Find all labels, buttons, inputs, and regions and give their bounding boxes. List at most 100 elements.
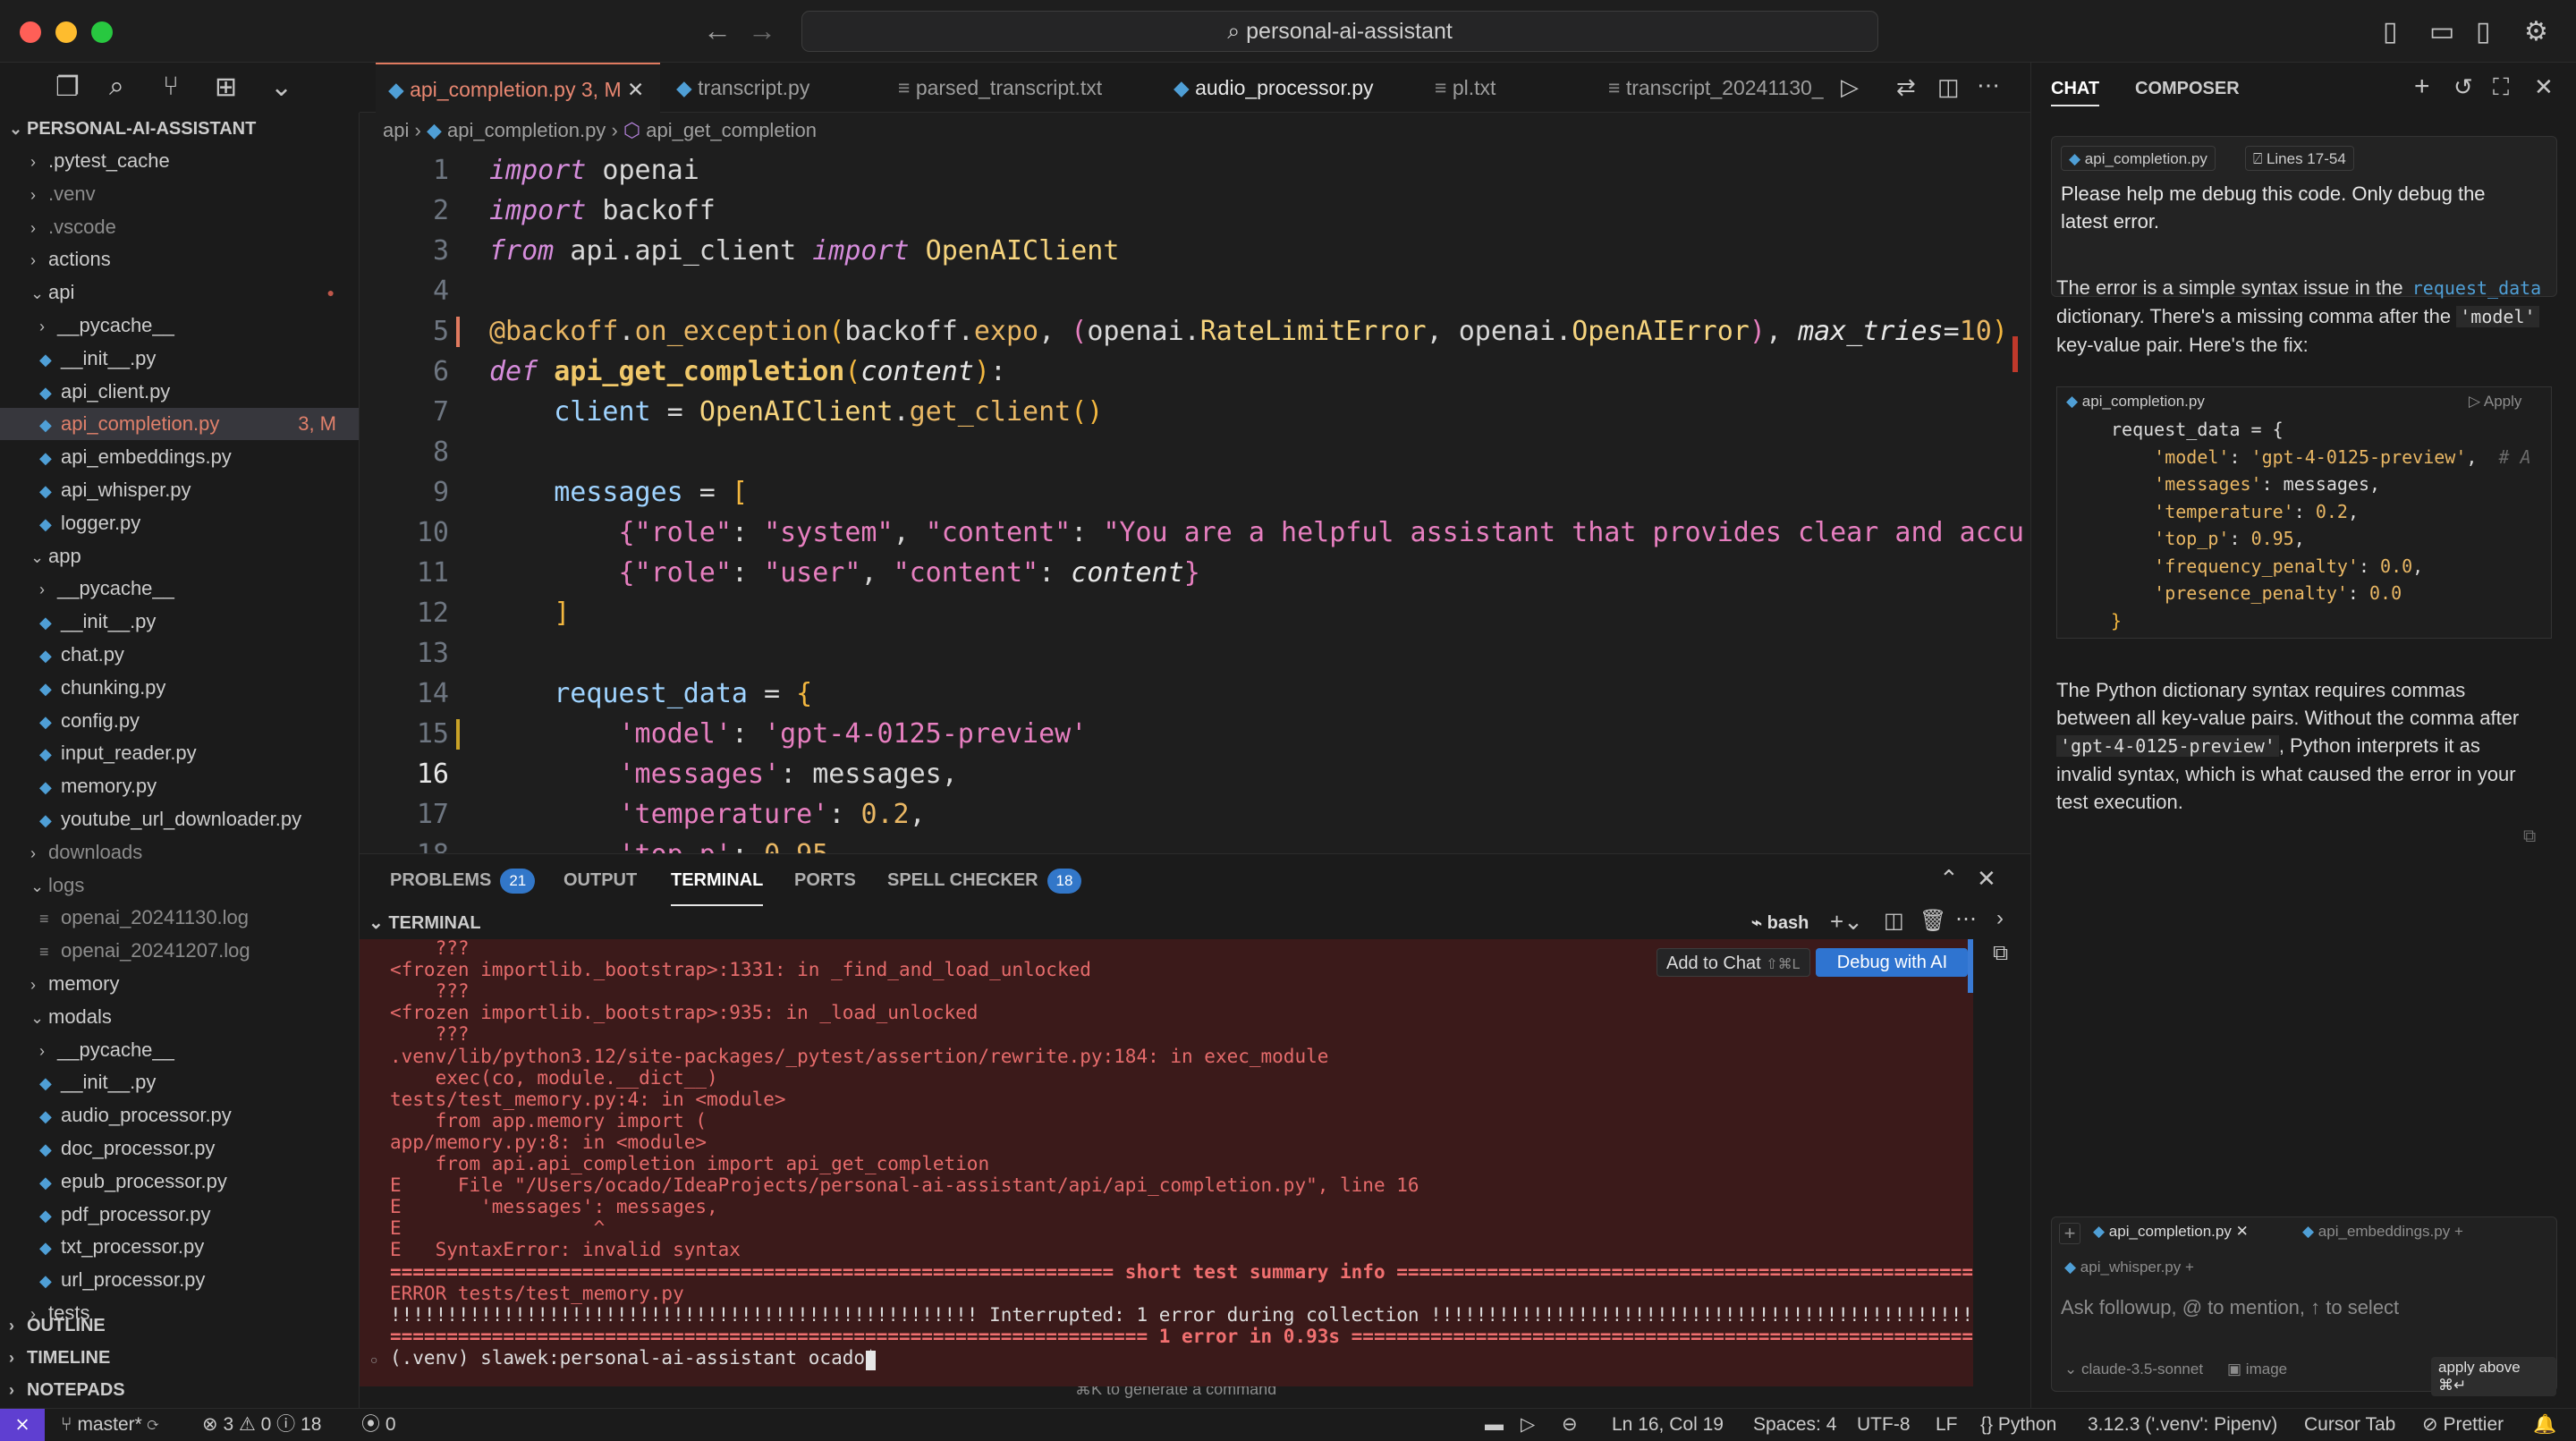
code-line[interactable]: 8: [360, 432, 2030, 472]
settings-gear-icon[interactable]: ⚙: [2524, 16, 2548, 47]
add-context-icon[interactable]: +: [2059, 1223, 2080, 1244]
tab-pl-txt[interactable]: ≡ pl.txt: [1422, 63, 1592, 113]
notepads-section[interactable]: › NOTEPADS: [0, 1374, 359, 1406]
file-item[interactable]: ◆ url_processor.py: [0, 1264, 359, 1296]
panel-tab-spell-checker[interactable]: SPELL CHECKER 18: [887, 854, 1082, 906]
code-line[interactable]: 11 {"role": "user", "content": content}: [360, 553, 2030, 593]
maximize-window-button[interactable]: [91, 21, 113, 43]
file-item[interactable]: ◆ doc_processor.py: [0, 1132, 359, 1165]
breadcrumb-folder[interactable]: api: [383, 119, 409, 141]
terminal-more-icon[interactable]: ⋯: [1955, 906, 1977, 932]
new-terminal-icon[interactable]: +⌄: [1830, 908, 1863, 936]
folder-item[interactable]: › .venv: [0, 178, 359, 210]
code-line[interactable]: 13: [360, 633, 2030, 674]
folder-item[interactable]: › memory: [0, 968, 359, 1000]
copy-icon[interactable]: ⧉: [2523, 826, 2536, 847]
context-file-chip[interactable]: ◆ api_completion.py: [2061, 146, 2216, 171]
terminal-output[interactable]: ??? <frozen importlib._bootstrap>:1331: i…: [360, 939, 1973, 1386]
folder-item[interactable]: › downloads: [0, 836, 359, 869]
expand-icon[interactable]: ⛶: [2493, 73, 2509, 102]
ports-indicator[interactable]: ⦿ 0: [361, 1409, 396, 1441]
file-item[interactable]: ◆ api_completion.py 3, M: [0, 408, 359, 441]
close-icon[interactable]: ✕: [627, 78, 644, 101]
file-item[interactable]: ◆ __init__.py: [0, 1066, 359, 1098]
breadcrumb-symbol[interactable]: api_get_completion: [646, 119, 817, 141]
chevron-right-icon[interactable]: ›: [1996, 906, 2004, 931]
tab-composer[interactable]: COMPOSER: [2135, 79, 2240, 99]
folder-item[interactable]: ⌄ modals: [0, 1001, 359, 1033]
attachment-chip[interactable]: ◆ api_whisper.py +: [2064, 1259, 2194, 1276]
branch-indicator[interactable]: ⑂ master* ⟳: [61, 1409, 158, 1441]
code-line[interactable]: 9 messages = [: [360, 472, 2030, 513]
toggle-panel-icon[interactable]: ▭: [2429, 16, 2454, 47]
terminal-shell-label[interactable]: ⌁ bash: [1751, 906, 1809, 940]
code-line[interactable]: 7 client = OpenAIClient.get_client(): [360, 392, 2030, 432]
split-editor-icon[interactable]: ◫: [1937, 73, 1960, 101]
file-item[interactable]: ◆ memory.py: [0, 770, 359, 802]
more-actions-icon[interactable]: ⋯: [1977, 72, 2000, 99]
minimize-window-button[interactable]: [55, 21, 77, 43]
code-line[interactable]: 17 'temperature': 0.2,: [360, 794, 2030, 835]
explorer-root-header[interactable]: ⌄ PERSONAL-AI-ASSISTANT: [0, 113, 359, 145]
close-panel-icon[interactable]: ✕: [1977, 865, 1996, 893]
back-arrow-icon[interactable]: ←: [703, 14, 732, 47]
file-item[interactable]: ≡ openai_20241207.log: [0, 935, 359, 967]
panel-tab-output[interactable]: OUTPUT: [564, 854, 637, 906]
split-terminal-icon[interactable]: ◫: [1884, 908, 1904, 934]
model-selector[interactable]: ⌄ claude-3.5-sonnet: [2064, 1360, 2203, 1378]
explorer-icon[interactable]: ❐: [55, 72, 80, 103]
context-lines-chip[interactable]: ⍁ Lines 17-54: [2245, 146, 2354, 171]
folder-item[interactable]: ⌄ api ●: [0, 276, 359, 309]
chevron-down-icon[interactable]: ⌄: [369, 913, 388, 933]
code-line[interactable]: 3 from api.api_client import OpenAIClient: [360, 231, 2030, 271]
kill-terminal-icon[interactable]: 🗑: [1919, 908, 1946, 934]
more-views-chevron-icon[interactable]: ⌄: [270, 72, 292, 103]
layout-icon[interactable]: ▬: [1485, 1409, 1504, 1441]
zoom-icon[interactable]: ⊖: [1562, 1409, 1578, 1441]
python-interpreter[interactable]: 3.12.3 ('.venv': Pipenv): [2088, 1409, 2277, 1441]
close-icon[interactable]: ✕: [2236, 1223, 2249, 1240]
panel-tab-ports[interactable]: PORTS: [794, 854, 856, 906]
source-control-icon[interactable]: ⑂: [163, 72, 179, 102]
file-item[interactable]: ◆ logger.py: [0, 507, 359, 539]
tab-transcript-20241130[interactable]: ≡ transcript_20241130_: [1596, 63, 1846, 113]
file-item[interactable]: ◆ __init__.py: [0, 606, 359, 638]
notifications-bell-icon[interactable]: 🔔: [2533, 1409, 2556, 1441]
panel-tab-problems[interactable]: PROBLEMS 21: [390, 854, 536, 906]
language-mode[interactable]: {} Python: [1980, 1409, 2056, 1441]
file-item[interactable]: ◆ config.py: [0, 705, 359, 737]
new-chat-icon[interactable]: +: [2414, 72, 2430, 102]
code-line[interactable]: 10 {"role": "system", "content": "You ar…: [360, 513, 2030, 553]
file-item[interactable]: ◆ api_client.py: [0, 376, 359, 408]
toggle-secondary-sidebar-icon[interactable]: ▯: [2476, 16, 2491, 47]
folder-item[interactable]: › actions: [0, 243, 359, 275]
tab-transcript-py[interactable]: ◆ transcript.py: [664, 63, 882, 113]
file-item[interactable]: ◆ youtube_url_downloader.py: [0, 803, 359, 835]
add-icon[interactable]: +: [2185, 1259, 2194, 1276]
compare-icon[interactable]: ⇄: [1896, 73, 1916, 101]
chat-input[interactable]: Ask followup, @ to mention, ↑ to select: [2061, 1296, 2399, 1319]
encoding[interactable]: UTF-8: [1857, 1409, 1911, 1441]
folder-item[interactable]: › __pycache__: [0, 309, 359, 342]
code-line[interactable]: 18 'top_p': 0.95: [360, 835, 2030, 853]
command-center-search[interactable]: ⌕ personal-ai-assistant: [801, 11, 1878, 52]
code-line[interactable]: 1 import openai: [360, 150, 2030, 191]
tab-chat[interactable]: CHAT: [2051, 79, 2100, 106]
attachment-chip[interactable]: ◆ api_embeddings.py +: [2302, 1223, 2463, 1241]
search-icon[interactable]: ⌕: [109, 72, 124, 102]
file-item[interactable]: ◆ api_embeddings.py: [0, 441, 359, 473]
apply-button[interactable]: ▷ Apply: [2469, 393, 2521, 411]
tab-api-completion-py[interactable]: ◆ api_completion.py 3, M ✕: [376, 63, 660, 113]
image-button[interactable]: ▣ image: [2227, 1360, 2287, 1378]
panel-tab-terminal[interactable]: TERMINAL: [671, 854, 764, 906]
terminal-scrollbar[interactable]: [1968, 939, 1973, 993]
history-icon[interactable]: ↺: [2453, 73, 2473, 101]
forward-arrow-icon[interactable]: →: [748, 14, 776, 47]
file-item[interactable]: ◆ txt_processor.py: [0, 1231, 359, 1263]
code-line[interactable]: 4: [360, 271, 2030, 311]
apply-above-button[interactable]: apply above ⌘↵: [2431, 1357, 2556, 1396]
cursor-position[interactable]: Ln 16, Col 19: [1612, 1409, 1724, 1441]
file-item[interactable]: ◆ api_whisper.py: [0, 474, 359, 506]
run-icon[interactable]: ▷: [1841, 73, 1859, 101]
folder-item[interactable]: › .pytest_cache: [0, 145, 359, 177]
